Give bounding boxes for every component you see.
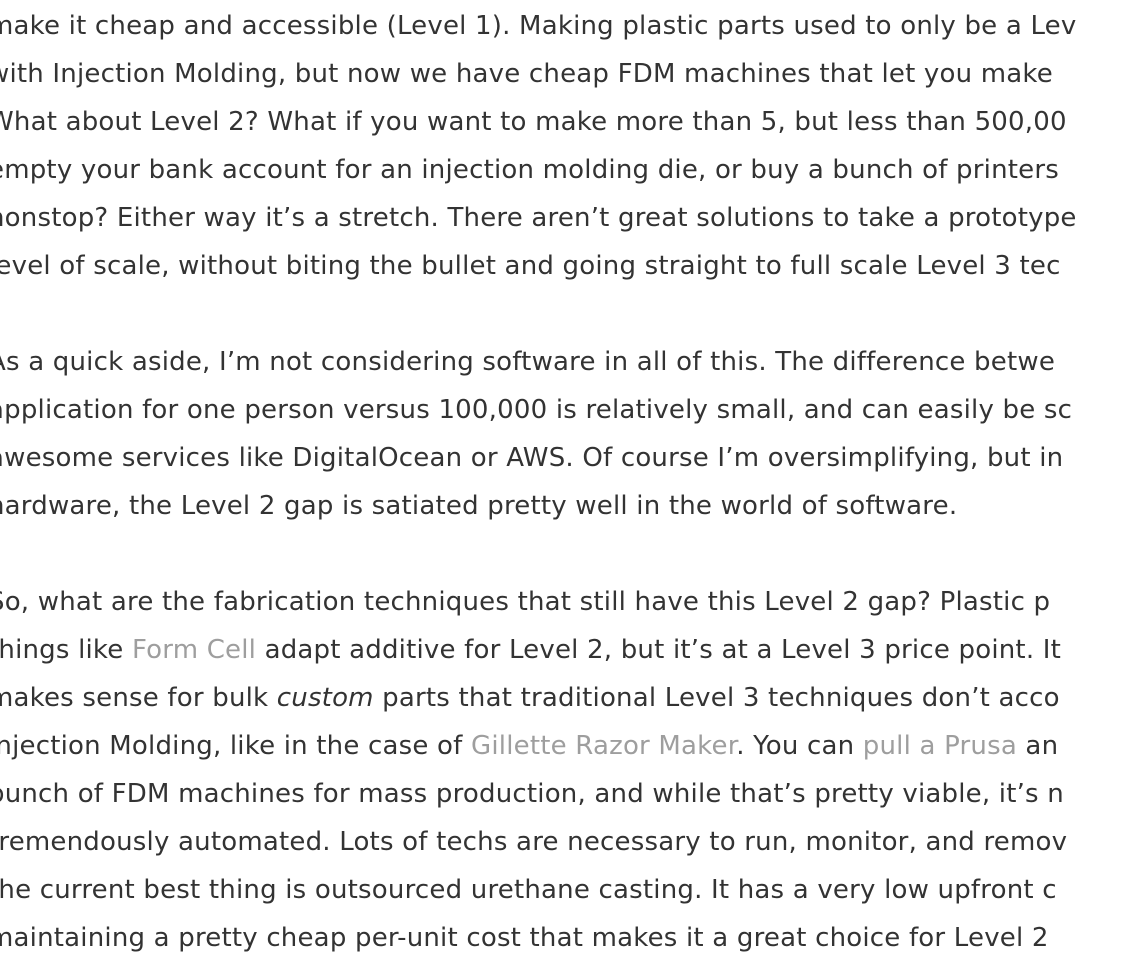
text-line: What about Level 2? What if you want to …: [0, 107, 1067, 137]
text-line: application for one person versus 100,00…: [0, 395, 1073, 425]
text-line: nonstop? Either way it’s a stretch. Ther…: [0, 203, 1077, 233]
text-line: the current best thing is outsourced ure…: [0, 875, 1057, 905]
form-cell-link[interactable]: Form Cell: [132, 635, 256, 665]
text-segment: things like: [0, 635, 132, 665]
text-line: empty your bank account for an injection…: [0, 155, 1059, 185]
text-line: So, what are the fabrication techniques …: [0, 587, 1051, 617]
text-line: hardware, the Level 2 gap is satiated pr…: [0, 491, 958, 521]
pull-a-prusa-link[interactable]: pull a Prusa: [863, 731, 1017, 761]
emphasis-text: custom: [276, 683, 374, 713]
text-segment: . You can: [736, 731, 863, 761]
text-line: things like Form Cell adapt additive for…: [0, 626, 1061, 674]
text-segment: makes sense for bulk: [0, 683, 277, 713]
text-line: make it cheap and accessible (Level 1). …: [0, 11, 1077, 41]
text-line: level of scale, without biting the bulle…: [0, 251, 1061, 281]
text-line: injection Molding, like in the case of G…: [0, 722, 1058, 770]
text-segment: adapt additive for Level 2, but it’s at …: [256, 635, 1062, 665]
text-line: makes sense for bulk custom parts that t…: [0, 674, 1060, 722]
text-segment: an: [1016, 731, 1059, 761]
text-line: awesome services like DigitalOcean or AW…: [0, 443, 1064, 473]
text-line: maintaining a pretty cheap per-unit cost…: [0, 923, 1049, 953]
text-line: tremendously automated. Lots of techs ar…: [0, 827, 1068, 857]
text-line: As a quick aside, I’m not considering so…: [0, 347, 1056, 377]
text-line: with Injection Molding, but now we have …: [0, 59, 1053, 89]
gillette-razor-maker-link[interactable]: Gillette Razor Maker: [471, 731, 736, 761]
text-line: bunch of FDM machines for mass productio…: [0, 779, 1064, 809]
text-segment: injection Molding, like in the case of: [0, 731, 471, 761]
text-segment: parts that traditional Level 3 technique…: [373, 683, 1060, 713]
